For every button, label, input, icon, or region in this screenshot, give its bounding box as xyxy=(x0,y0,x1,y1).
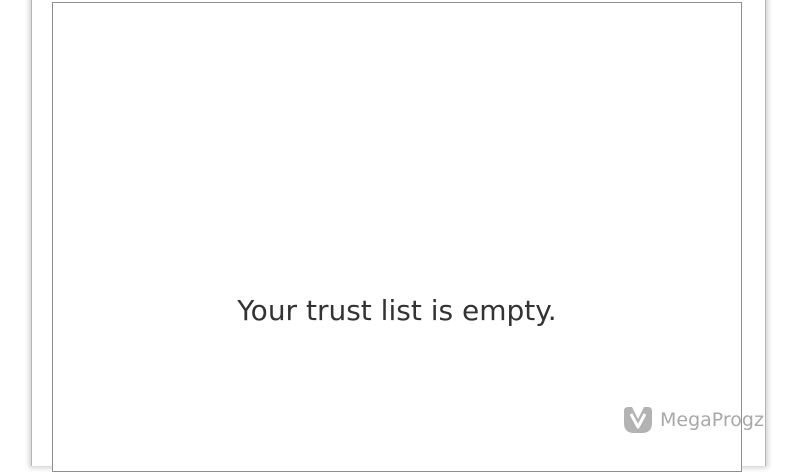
trust-list-empty-message: Your trust list is empty. xyxy=(237,294,557,327)
watermark-text: MegaProgz xyxy=(660,409,764,431)
megaprogz-logo-icon xyxy=(622,405,654,435)
trust-list-box[interactable]: Your trust list is empty. xyxy=(52,2,742,472)
watermark: MegaProgz xyxy=(622,404,764,436)
